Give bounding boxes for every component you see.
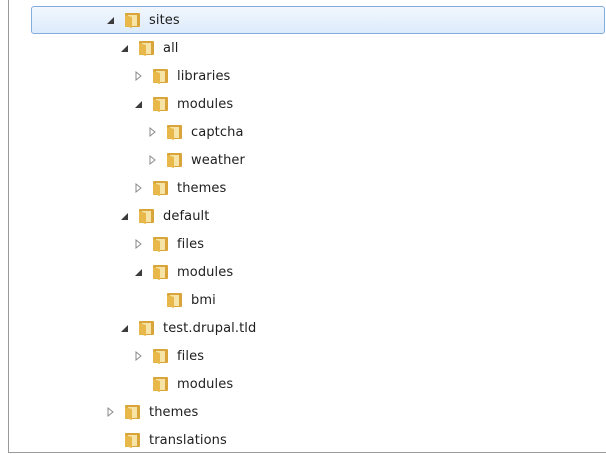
collapsed-triangle-icon[interactable] [146, 125, 160, 139]
collapsed-triangle-icon[interactable] [132, 349, 146, 363]
folder-icon [152, 263, 170, 281]
tree-item-label: files [177, 236, 205, 252]
tree-item-label: themes [149, 404, 199, 420]
tree-item-all[interactable]: all [0, 34, 606, 62]
tree-item-label: modules [177, 264, 234, 280]
tree-item-sites[interactable]: sites [0, 0, 606, 34]
tree-item-libraries[interactable]: libraries [0, 62, 606, 90]
folder-icon [152, 179, 170, 197]
folder-icon [138, 319, 156, 337]
tree-item-label: libraries [177, 68, 231, 84]
folder-icon [138, 207, 156, 225]
expander-placeholder [146, 293, 160, 307]
expander-placeholder [104, 433, 118, 447]
expanded-triangle-icon[interactable] [118, 321, 132, 335]
tree-item-label: themes [177, 180, 227, 196]
folder-tree: sites all libraries modules captcha weat… [0, 0, 606, 453]
tree-item-weather[interactable]: weather [0, 146, 606, 174]
tree-item-themes[interactable]: themes [0, 398, 606, 426]
collapsed-triangle-icon[interactable] [132, 181, 146, 195]
tree-item-label: modules [177, 96, 234, 112]
folder-icon [124, 431, 142, 449]
tree-item-label: test.drupal.tld [163, 320, 257, 336]
folder-icon [152, 95, 170, 113]
tree-item-translations[interactable]: translations [0, 426, 606, 454]
tree-item-label: translations [149, 432, 227, 448]
tree-item-files[interactable]: files [0, 230, 606, 258]
tree-item-label: all [163, 40, 179, 56]
folder-icon [138, 39, 156, 57]
expanded-triangle-icon[interactable] [118, 209, 132, 223]
collapsed-triangle-icon[interactable] [104, 405, 118, 419]
folder-icon [152, 375, 170, 393]
folder-icon [152, 67, 170, 85]
tree-item-label: bmi [191, 292, 216, 308]
folder-icon [166, 151, 184, 169]
tree-item-default[interactable]: default [0, 202, 606, 230]
expanded-triangle-icon[interactable] [132, 265, 146, 279]
collapsed-triangle-icon[interactable] [146, 153, 160, 167]
tree-item-modules[interactable]: modules [0, 90, 606, 118]
tree-item-modules[interactable]: modules [0, 258, 606, 286]
expanded-triangle-icon[interactable] [118, 41, 132, 55]
expander-placeholder [132, 377, 146, 391]
folder-icon [124, 403, 142, 421]
tree-item-themes[interactable]: themes [0, 174, 606, 202]
tree-item-bmi[interactable]: bmi [0, 286, 606, 314]
folder-icon [152, 235, 170, 253]
tree-item-test-drupal-tld[interactable]: test.drupal.tld [0, 314, 606, 342]
tree-item-modules[interactable]: modules [0, 370, 606, 398]
collapsed-triangle-icon[interactable] [132, 69, 146, 83]
folder-icon [124, 11, 142, 29]
folder-icon [152, 347, 170, 365]
tree-item-captcha[interactable]: captcha [0, 118, 606, 146]
collapsed-triangle-icon[interactable] [132, 237, 146, 251]
folder-icon [166, 123, 184, 141]
expanded-triangle-icon[interactable] [104, 13, 118, 27]
tree-item-label: weather [191, 152, 245, 168]
tree-item-label: files [177, 348, 205, 364]
tree-item-label: default [163, 208, 210, 224]
expanded-triangle-icon[interactable] [132, 97, 146, 111]
tree-item-label: sites [149, 12, 180, 28]
tree-item-label: captcha [191, 124, 244, 140]
tree-item-label: modules [177, 376, 234, 392]
folder-icon [166, 291, 184, 309]
tree-item-files[interactable]: files [0, 342, 606, 370]
